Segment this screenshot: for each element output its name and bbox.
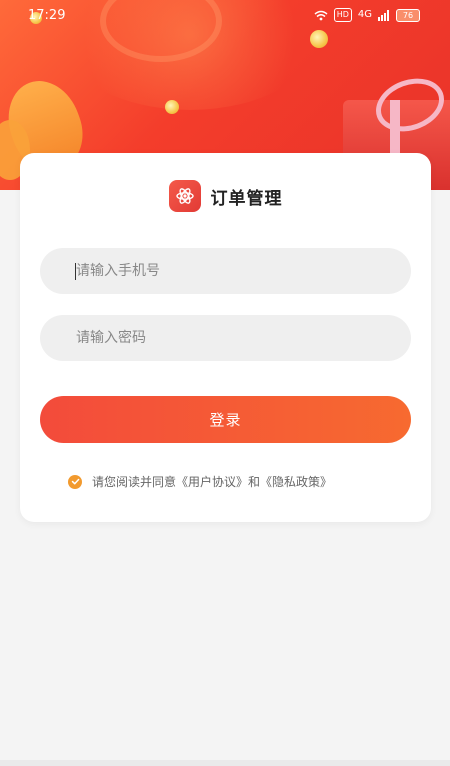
hd-icon: HD [333,8,352,22]
password-input[interactable] [40,315,411,361]
network-type-label: 4G [357,9,372,20]
battery-icon: 76 [396,8,420,22]
text-cursor [75,263,76,280]
login-card: 订单管理 登录 请您阅读并同意《用户协议》和《隐私政策》 [20,153,431,522]
coin-decoration [165,100,179,114]
atom-icon [175,188,194,204]
agreement-row: 请您阅读并同意《用户协议》和《隐私政策》 [68,473,332,490]
status-time: 17:29 [28,8,66,23]
wifi-icon [314,10,328,20]
phone-input[interactable] [40,248,411,294]
agreement-text[interactable]: 请您阅读并同意《用户协议》和《隐私政策》 [92,473,332,490]
brand-header: 订单管理 [20,180,431,212]
status-bar: 17:29 HD 4G 76 [0,6,450,26]
app-logo-icon [168,180,201,212]
app-title: 订单管理 [210,188,283,209]
check-icon [71,478,79,485]
bottom-bar [0,760,450,766]
status-icons: HD 4G 76 [314,8,420,22]
agreement-checkbox[interactable] [68,474,82,489]
signal-icon [378,9,389,21]
login-button[interactable]: 登录 [40,396,411,443]
coin-decoration [310,30,328,48]
